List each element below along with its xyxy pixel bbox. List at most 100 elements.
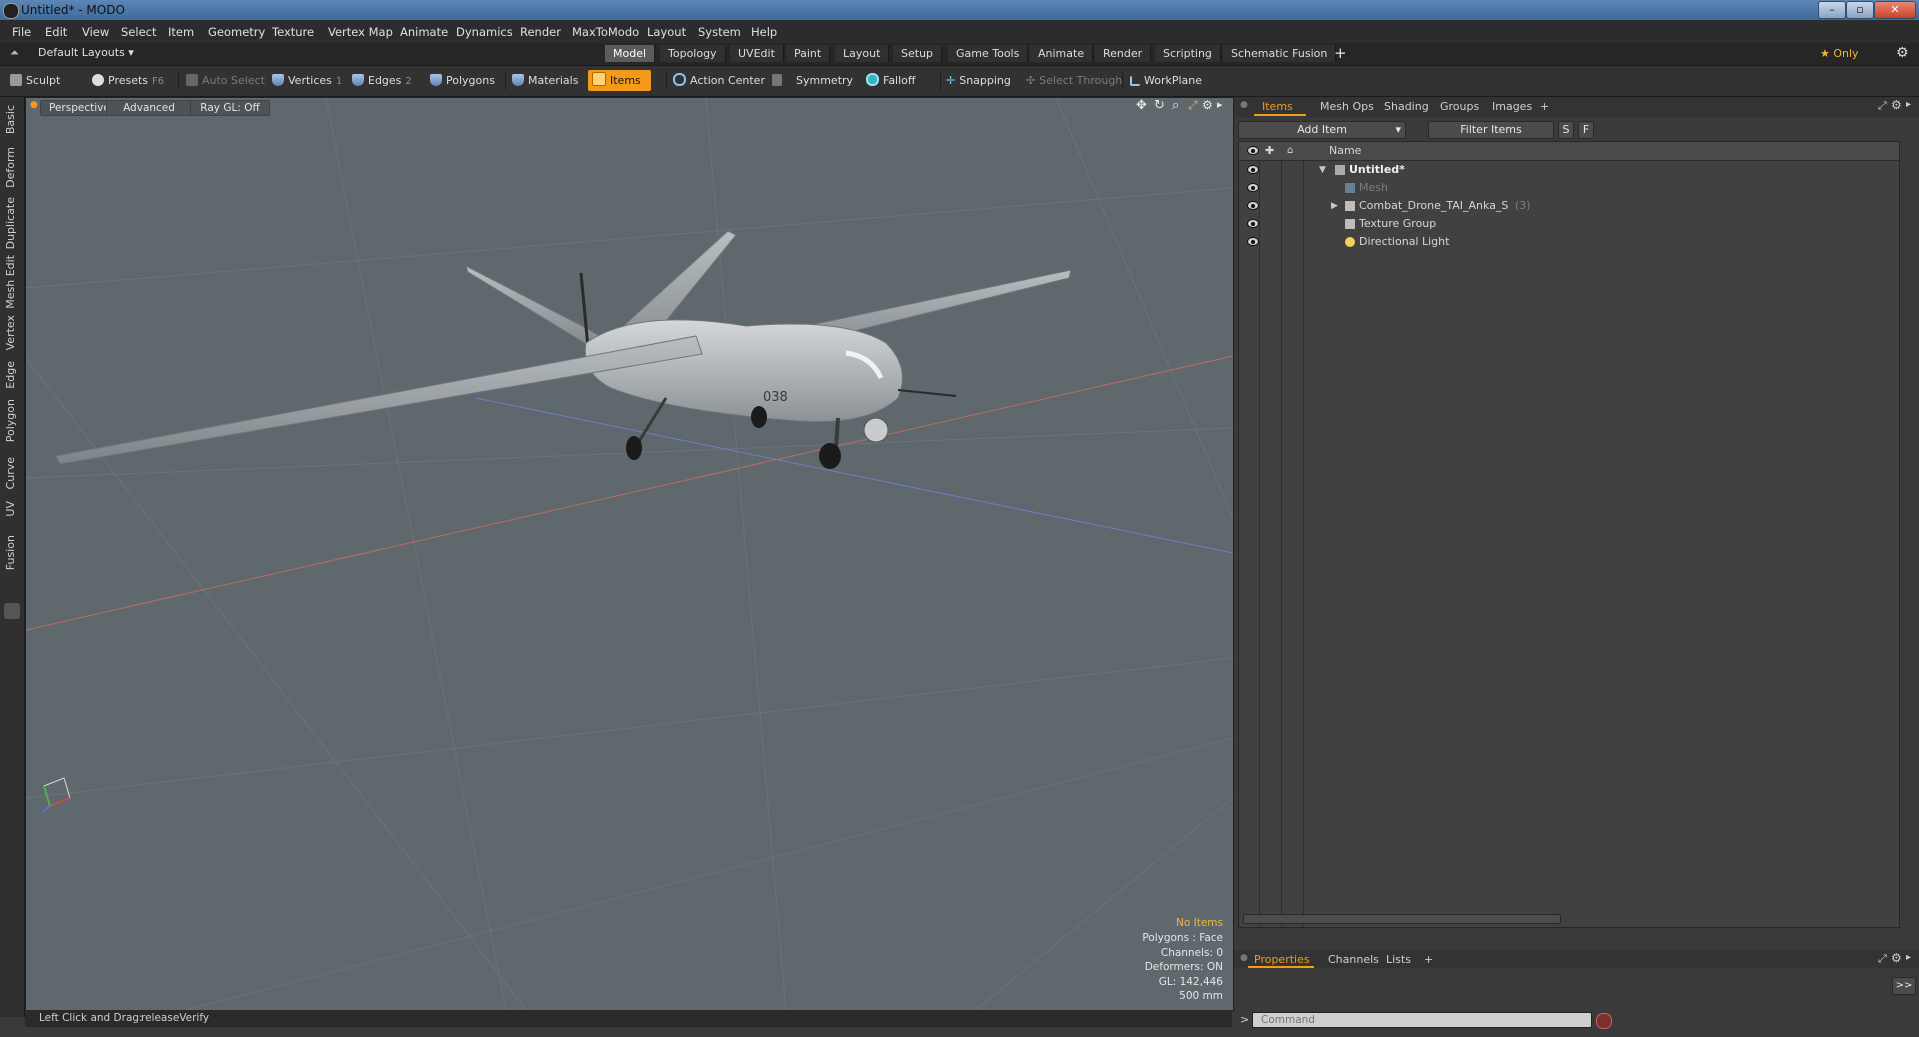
menu-file[interactable]: File	[12, 25, 31, 39]
auto-select-button[interactable]: Auto Select	[186, 70, 265, 91]
menu-edit[interactable]: Edit	[45, 25, 67, 39]
add-properties-tab-button[interactable]: +	[1424, 953, 1433, 966]
tab-groups[interactable]: Groups	[1440, 100, 1479, 113]
tab-lists[interactable]: Lists	[1386, 953, 1411, 966]
items-horizontal-scrollbar[interactable]	[1243, 914, 1561, 924]
tab-properties[interactable]: Properties	[1254, 953, 1310, 966]
visibility-eye-icon[interactable]	[1247, 165, 1259, 174]
tree-row-texture-group[interactable]: Texture Group	[1239, 215, 1899, 233]
vtab-deform[interactable]: Deform	[4, 147, 17, 188]
snapping-button[interactable]: ✛ Snapping	[946, 70, 1011, 91]
workplane-button[interactable]: WorkPlane	[1130, 70, 1202, 91]
vtab-polygon[interactable]: Polygon	[4, 399, 17, 442]
tab-scripting[interactable]: Scripting	[1155, 45, 1221, 62]
shading-mode-dropdown[interactable]: Advanced	[106, 100, 192, 116]
items-tree[interactable]: ✚ ⌂ Name ▼ Untitled* Mesh ▶ Combat_Drone…	[1238, 141, 1900, 928]
tab-images[interactable]: Images	[1492, 100, 1532, 113]
menu-select[interactable]: Select	[121, 25, 156, 39]
properties-expand-icon[interactable]: ⤢	[1878, 952, 1887, 966]
expand-chevron-icon[interactable]: ▶	[1331, 197, 1338, 215]
pan-icon[interactable]: ✥	[1136, 98, 1147, 113]
expand-panel-button[interactable]: >>	[1892, 977, 1916, 995]
command-input[interactable]	[1252, 1012, 1592, 1028]
3d-viewport[interactable]: 038 ● Perspective Advanced Ray GL: Off ✥…	[25, 97, 1234, 1011]
tab-topology[interactable]: Topology	[660, 45, 726, 62]
only-toggle[interactable]: ★ Only	[1820, 47, 1859, 60]
falloff-button[interactable]: Falloff	[866, 70, 915, 91]
record-macro-icon[interactable]	[1596, 1013, 1612, 1029]
menu-render[interactable]: Render	[520, 25, 561, 39]
layout-collapse-icon[interactable]: ⏶	[10, 46, 19, 60]
panel-expand-icon[interactable]: ⤢	[1878, 99, 1887, 113]
visibility-eye-icon[interactable]	[1247, 219, 1259, 228]
tree-row-mesh[interactable]: Mesh	[1239, 179, 1899, 197]
default-layouts-dropdown[interactable]: Default Layouts ▾	[38, 46, 134, 59]
tab-setup[interactable]: Setup	[893, 45, 943, 62]
filter-items-input[interactable]: Filter Items	[1428, 121, 1554, 139]
visibility-eye-icon[interactable]	[1247, 201, 1259, 210]
add-item-dropdown[interactable]: Add Item ▾	[1238, 121, 1406, 139]
menu-view[interactable]: View	[82, 25, 109, 39]
tab-mesh-ops[interactable]: Mesh Ops	[1320, 100, 1374, 113]
vtab-mesh-edit[interactable]: Mesh Edit	[4, 255, 17, 309]
vtab-edge[interactable]: Edge	[4, 361, 17, 389]
filter-s-button[interactable]: S	[1558, 121, 1574, 139]
vertices-button[interactable]: Vertices 1	[272, 70, 342, 91]
close-button[interactable]: ✕	[1874, 1, 1916, 19]
minimize-button[interactable]: –	[1818, 1, 1846, 19]
viewport-menu-icon[interactable]: ●	[30, 100, 38, 110]
add-tab-button[interactable]: +	[1334, 44, 1347, 62]
menu-layout[interactable]: Layout	[647, 25, 686, 39]
visibility-eye-icon[interactable]	[1247, 237, 1259, 246]
palette-toggle-button[interactable]	[4, 603, 20, 619]
menu-system[interactable]: System	[698, 25, 741, 39]
visibility-eye-icon[interactable]	[1247, 183, 1259, 192]
filter-f-button[interactable]: F	[1578, 121, 1594, 139]
tab-uvedit[interactable]: UVEdit	[730, 45, 784, 62]
fit-view-icon[interactable]: ⤢	[1188, 98, 1198, 113]
menu-texture[interactable]: Texture	[272, 25, 314, 39]
symmetry-button[interactable]: Symmetry	[772, 70, 853, 91]
vtab-curve[interactable]: Curve	[4, 457, 17, 489]
menu-maxtomodo[interactable]: MaxToModo	[572, 25, 639, 39]
rotate-icon[interactable]: ↻	[1154, 98, 1165, 113]
presets-button[interactable]: Presets F6	[92, 70, 164, 91]
raygl-dropdown[interactable]: Ray GL: Off	[190, 100, 270, 116]
vtab-basic[interactable]: Basic	[4, 105, 17, 134]
menu-item[interactable]: Item	[168, 25, 194, 39]
tab-channels[interactable]: Channels	[1328, 953, 1379, 966]
add-panel-tab-button[interactable]: +	[1540, 100, 1549, 113]
sculpt-button[interactable]: Sculpt	[10, 70, 60, 91]
properties-arrow-icon[interactable]: ▸	[1906, 952, 1911, 963]
menu-animate[interactable]: Animate	[400, 25, 448, 39]
tab-paint[interactable]: Paint	[786, 45, 831, 62]
tab-schematic-fusion[interactable]: Schematic Fusion	[1223, 45, 1337, 62]
tab-model[interactable]: Model	[605, 45, 656, 62]
polygons-button[interactable]: Polygons	[430, 70, 495, 91]
materials-button[interactable]: Materials	[512, 70, 578, 91]
edges-button[interactable]: Edges 2	[352, 70, 412, 91]
viewport-expand-icon[interactable]: ▸	[1217, 98, 1223, 111]
tab-game-tools[interactable]: Game Tools	[948, 45, 1029, 62]
properties-gear-icon[interactable]: ⚙	[1891, 951, 1902, 965]
zoom-icon[interactable]: ⌕	[1172, 98, 1179, 113]
tab-layout[interactable]: Layout	[835, 45, 890, 62]
menu-vertex-map[interactable]: Vertex Map	[328, 25, 393, 39]
menu-geometry[interactable]: Geometry	[208, 25, 265, 39]
properties-menu-icon[interactable]: ●	[1240, 953, 1248, 963]
panel-menu-icon[interactable]: ●	[1240, 100, 1248, 110]
viewport-settings-icon[interactable]: ⚙	[1202, 98, 1213, 112]
tab-animate[interactable]: Animate	[1030, 45, 1094, 62]
panel-gear-icon[interactable]: ⚙	[1891, 98, 1902, 112]
tree-row-combat-drone[interactable]: ▶ Combat_Drone_TAI_Anka_S (3)	[1239, 197, 1899, 215]
expand-chevron-icon[interactable]: ▼	[1319, 161, 1326, 179]
action-center-button[interactable]: Action Center	[673, 70, 765, 91]
tree-row-untitled[interactable]: ▼ Untitled*	[1239, 161, 1899, 179]
tab-render[interactable]: Render	[1095, 45, 1152, 62]
menu-dynamics[interactable]: Dynamics	[456, 25, 513, 39]
items-button[interactable]: Items	[588, 70, 651, 91]
name-column-header[interactable]: Name	[1329, 142, 1361, 160]
gear-icon[interactable]: ⚙	[1896, 45, 1909, 61]
tree-row-directional-light[interactable]: Directional Light	[1239, 233, 1899, 251]
panel-arrow-icon[interactable]: ▸	[1906, 99, 1911, 110]
